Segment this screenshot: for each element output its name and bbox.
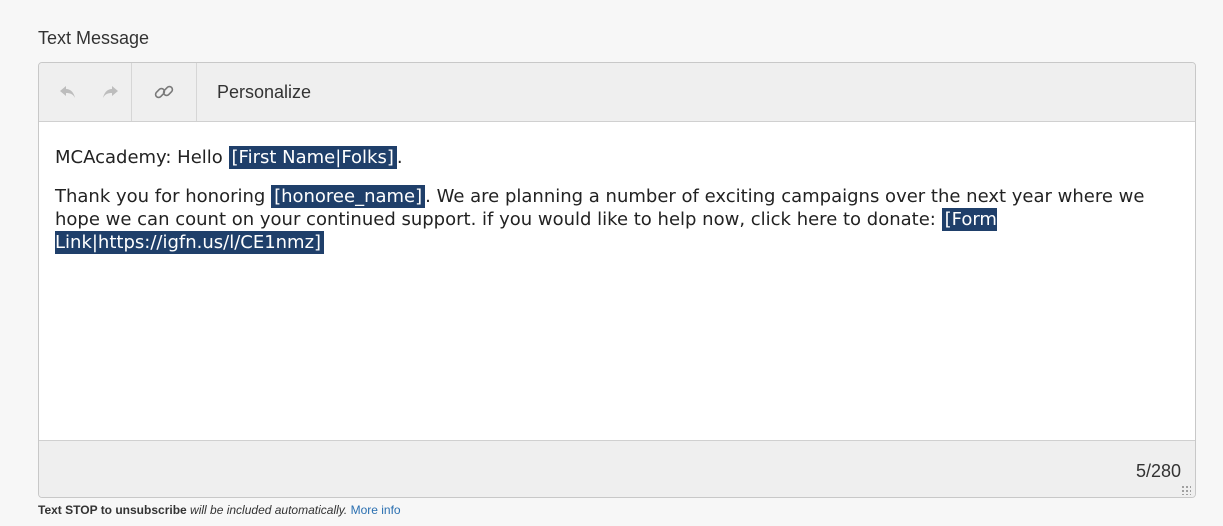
editor-footer: 5/280: [39, 440, 1195, 497]
undo-button[interactable]: [47, 63, 89, 121]
merge-tag-first-name[interactable]: [First Name|Folks]: [228, 146, 397, 169]
greeting-line: MCAcademy: Hello [First Name|Folks].: [55, 146, 1179, 169]
merge-tag-honoree-name[interactable]: [honoree_name]: [271, 185, 426, 208]
insert-link-button[interactable]: [132, 63, 196, 121]
link-chain-icon: [154, 85, 174, 99]
personalize-button[interactable]: Personalize: [197, 63, 331, 121]
undo-arrow-icon: [60, 86, 75, 98]
text-message-panel: Text Message Personalize MCAcademy: Hell…: [0, 0, 1223, 526]
unsubscribe-note: Text STOP to unsubscribe will be include…: [38, 503, 401, 517]
body-paragraph: Thank you for honoring [honoree_name]. W…: [55, 185, 1179, 254]
message-body[interactable]: MCAcademy: Hello [First Name|Folks]. Tha…: [39, 122, 1195, 440]
section-label: Text Message: [38, 28, 150, 48]
more-info-link[interactable]: More info: [351, 503, 401, 517]
redo-button[interactable]: [89, 63, 131, 121]
sms-editor: Personalize MCAcademy: Hello [First Name…: [38, 62, 1196, 498]
text-fragment: .: [396, 147, 403, 168]
text-fragment: MCAcademy: Hello: [55, 147, 229, 168]
editor-toolbar: Personalize: [39, 63, 1195, 122]
character-counter: 5/280: [1135, 461, 1181, 481]
note-italic: will be included automatically.: [186, 503, 348, 517]
resize-handle-icon[interactable]: [1181, 485, 1191, 495]
redo-arrow-icon: [103, 86, 118, 98]
note-bold: Text STOP to unsubscribe: [38, 503, 187, 517]
text-fragment: Thank you for honoring: [55, 186, 272, 207]
